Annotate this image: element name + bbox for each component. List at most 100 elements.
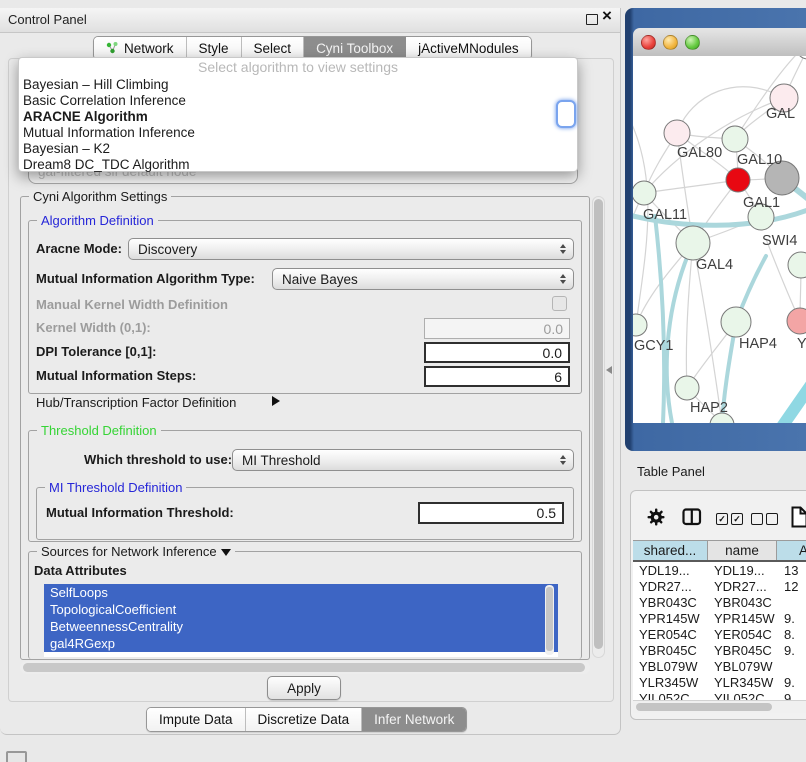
table-row[interactable]: YBR043CYBR043C [633, 594, 806, 610]
algorithm-option-selected[interactable]: ARACNE Algorithm [19, 109, 577, 125]
float-window-icon[interactable] [586, 14, 598, 25]
list-item[interactable]: SelfLoops [44, 584, 558, 601]
column-header-name[interactable]: name [708, 541, 777, 560]
tab-infer-network[interactable]: Infer Network [362, 708, 466, 731]
combo-arrows-icon [560, 455, 566, 465]
tab-network[interactable]: Network [94, 37, 187, 59]
select-all-columns-icon[interactable]: ✓✓ [716, 513, 746, 525]
combo-focus-ring [556, 100, 576, 128]
node-label: Y [797, 336, 806, 352]
split-panel-icon[interactable] [682, 508, 702, 526]
threshold-definition-title: Threshold Definition [37, 423, 161, 438]
tab-cyni-toolbox[interactable]: Cyni Toolbox [304, 37, 406, 59]
dpi-tolerance-label: DPI Tolerance [0,1]: [36, 344, 156, 360]
network-node[interactable] [675, 376, 699, 400]
network-tab-icon [106, 42, 119, 54]
network-node[interactable] [721, 307, 751, 337]
table-row[interactable]: YLR345WYLR345W9. [633, 674, 806, 690]
window-zoom-icon[interactable] [685, 35, 700, 50]
column-header-partial[interactable]: A [777, 541, 806, 560]
control-panel-title: Control Panel [8, 12, 87, 27]
tab-infer-network-label: Infer Network [374, 712, 454, 727]
function-builder-icon[interactable] [791, 506, 806, 528]
mi-threshold-field[interactable]: 0.5 [418, 502, 564, 524]
combo-arrows-icon [560, 274, 566, 284]
window-close-icon[interactable] [641, 35, 656, 50]
table-horizontal-scrollbar[interactable] [633, 700, 806, 713]
collapse-down-icon[interactable] [221, 549, 231, 556]
aracne-mode-combo[interactable]: Discovery [128, 238, 574, 260]
algorithm-option[interactable]: Dream8 DC_TDC Algorithm [19, 157, 577, 173]
tab-style-label: Style [199, 41, 229, 56]
tab-discretize-data-label: Discretize Data [258, 712, 350, 727]
algorithm-option[interactable]: Mutual Information Inference [19, 125, 577, 141]
close-icon[interactable]: × [602, 7, 612, 24]
tab-discretize-data[interactable]: Discretize Data [246, 708, 363, 731]
tab-style[interactable]: Style [187, 37, 242, 59]
settings-horizontal-scrollbar-thumb[interactable] [23, 663, 585, 672]
apply-button[interactable]: Apply [267, 676, 341, 700]
network-node[interactable] [633, 181, 656, 205]
settings-vertical-scrollbar-thumb[interactable] [594, 199, 603, 649]
algorithm-option[interactable]: Basic Correlation Inference [19, 93, 577, 109]
expand-right-icon[interactable] [272, 396, 280, 406]
node-label: HAP4 [739, 336, 777, 352]
collapsed-panel-icon[interactable] [6, 751, 27, 762]
manual-kernel-checkbox[interactable] [552, 296, 567, 311]
table-row[interactable]: YBR045CYBR045C9. [633, 642, 806, 658]
table-row[interactable]: YPR145WYPR145W9. [633, 610, 806, 626]
which-threshold-combo[interactable]: MI Threshold [232, 449, 574, 471]
network-node[interactable] [788, 252, 806, 278]
cyni-algorithm-settings-title: Cyni Algorithm Settings [29, 189, 171, 204]
list-item[interactable]: BetweennessCentrality [44, 618, 558, 635]
dpi-tolerance-field[interactable]: 0.0 [424, 342, 570, 363]
tab-select-label: Select [254, 41, 292, 56]
table-row[interactable]: YIL052CYIL052C9. [633, 690, 806, 700]
table-panel-title: Table Panel [637, 464, 705, 479]
mi-type-combo[interactable]: Naive Bayes [272, 268, 574, 290]
hub-definition-expander-label[interactable]: Hub/Transcription Factor Definition [36, 395, 236, 411]
list-item[interactable]: gal4RGexp [44, 635, 558, 652]
list-item[interactable]: TopologicalCoefficient [44, 601, 558, 618]
which-threshold-label: Which threshold to use: [84, 452, 232, 468]
algorithm-placeholder: Select algorithm to view settings [19, 58, 577, 77]
network-window-titlebar[interactable] [633, 28, 806, 57]
table-row[interactable]: YER054CYER054C8. [633, 626, 806, 642]
tab-impute-data[interactable]: Impute Data [147, 708, 246, 731]
table-row[interactable]: YBL079WYBL079W [633, 658, 806, 674]
window-minimize-icon[interactable] [663, 35, 678, 50]
settings-vertical-scrollbar[interactable] [592, 196, 605, 658]
list-scrollbar[interactable] [545, 585, 554, 655]
algorithm-option[interactable]: Bayesian – K2 [19, 141, 577, 157]
mi-type-value: Naive Bayes [282, 272, 358, 287]
network-node[interactable] [726, 168, 750, 192]
settings-horizontal-scrollbar[interactable] [20, 661, 590, 674]
kernel-width-field[interactable]: 0.0 [424, 318, 570, 339]
sources-group-title[interactable]: Sources for Network Inference [37, 544, 235, 559]
tab-jactivemnodules-label: jActiveMNodules [418, 41, 519, 56]
aracne-mode-value: Discovery [138, 242, 197, 257]
column-header-shared-name[interactable]: shared... [633, 541, 708, 560]
tab-select[interactable]: Select [242, 37, 305, 59]
network-node[interactable] [722, 126, 748, 152]
tab-network-label: Network [124, 41, 174, 56]
list-scrollbar-thumb[interactable] [546, 587, 553, 651]
splitter-collapse-icon[interactable] [606, 366, 612, 374]
network-node[interactable] [787, 308, 806, 334]
table-row[interactable]: YDR27...YDR27...12 [633, 578, 806, 594]
algorithm-option[interactable]: Bayesian – Hill Climbing [19, 77, 577, 93]
data-attributes-list: SelfLoops TopologicalCoefficient Between… [44, 584, 558, 657]
network-node[interactable] [664, 120, 690, 146]
gear-icon[interactable] [647, 508, 665, 526]
network-node[interactable] [796, 56, 806, 59]
network-edge [644, 180, 738, 193]
network-node[interactable] [676, 226, 710, 260]
deselect-all-columns-icon[interactable] [751, 513, 781, 525]
network-svg: GALGAL80GAL10GAL1GAL11SWI4GAL4GCY1HAP4YH… [633, 56, 806, 423]
tab-jactivemnodules[interactable]: jActiveMNodules [406, 37, 531, 59]
network-node[interactable] [633, 314, 647, 336]
table-horizontal-scrollbar-thumb[interactable] [636, 703, 772, 711]
mi-steps-field[interactable]: 6 [424, 366, 570, 387]
table-row[interactable]: YDL19...YDL19...13 [633, 562, 806, 578]
mi-steps-value: 6 [554, 369, 562, 385]
